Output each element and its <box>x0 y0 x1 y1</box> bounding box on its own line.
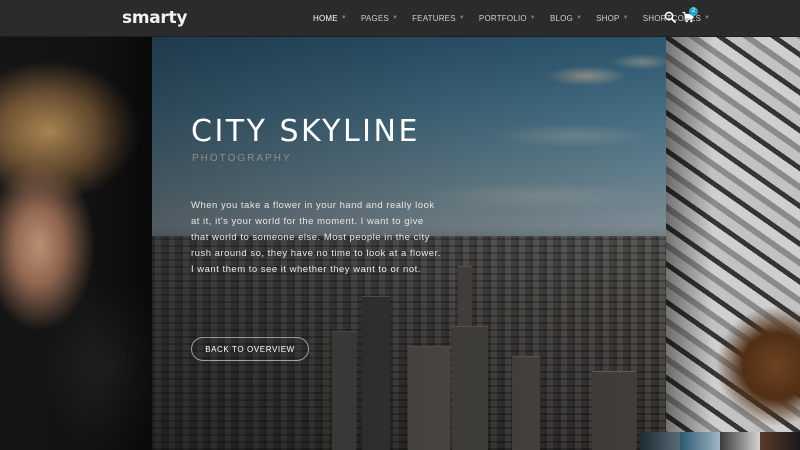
nav-item-portfolio[interactable]: PORTFOLIO ▼ <box>479 14 536 23</box>
back-to-overview-button[interactable]: BACK TO OVERVIEW <box>191 337 309 361</box>
nav-item-label: HOME <box>313 13 338 23</box>
nav-item-label: SHOP <box>596 13 620 23</box>
chevron-down-icon: ▼ <box>622 15 629 21</box>
nav-item-label: PAGES <box>360 13 389 23</box>
site-header: smarty HOME ▼ PAGES ▼ FEATURES ▼ PORTFOLIO ▼… <box>0 0 800 37</box>
portrait-photo-left[interactable] <box>0 36 152 450</box>
nav-item-shop[interactable]: SHOP ▼ <box>596 14 629 23</box>
chevron-down-icon: ▼ <box>575 15 583 21</box>
nav-item-features[interactable]: FEATURES ▼ <box>412 14 465 23</box>
thumbnail[interactable] <box>680 432 720 450</box>
chevron-down-icon: ▼ <box>340 15 347 21</box>
search-icon[interactable] <box>664 11 676 23</box>
hero-description: When you take a flower in your hand and … <box>191 200 441 275</box>
chevron-down-icon: ▼ <box>391 15 399 21</box>
hero-subtitle: PHOTOGRAPHY <box>192 153 292 164</box>
thumbnail[interactable] <box>720 432 760 450</box>
chevron-down-icon: ▼ <box>704 15 711 21</box>
logo[interactable]: smarty <box>122 8 187 28</box>
nav-item-blog[interactable]: BLOG ▼ <box>550 14 582 23</box>
nav-item-shortcodes[interactable]: SHORTCODES▼ <box>643 14 710 23</box>
nav-item-label: FEATURES <box>412 13 456 23</box>
nav-item-label: PORTFOLIO <box>478 13 527 23</box>
main-nav: HOME ▼ PAGES ▼ FEATURES ▼ PORTFOLIO ▼ BLOG ▼ … <box>313 0 724 36</box>
page: CITY SKYLINE PHOTOGRAPHY When you take a… <box>0 0 800 450</box>
chevron-down-icon: ▼ <box>458 15 465 21</box>
nav-item-label: BLOG <box>549 13 573 23</box>
thumbnail[interactable] <box>760 432 800 450</box>
plaid-photo-right[interactable] <box>666 36 800 450</box>
nav-item-pages[interactable]: PAGES ▼ <box>361 14 398 23</box>
thumbnail[interactable] <box>640 432 680 450</box>
cart-count-badge: 2 <box>689 7 698 16</box>
nav-item-home[interactable]: HOME ▼ <box>313 14 347 23</box>
chevron-down-icon: ▼ <box>529 15 536 21</box>
hero-title: CITY SKYLINE <box>191 114 420 149</box>
thumbnail-strip <box>640 432 800 450</box>
